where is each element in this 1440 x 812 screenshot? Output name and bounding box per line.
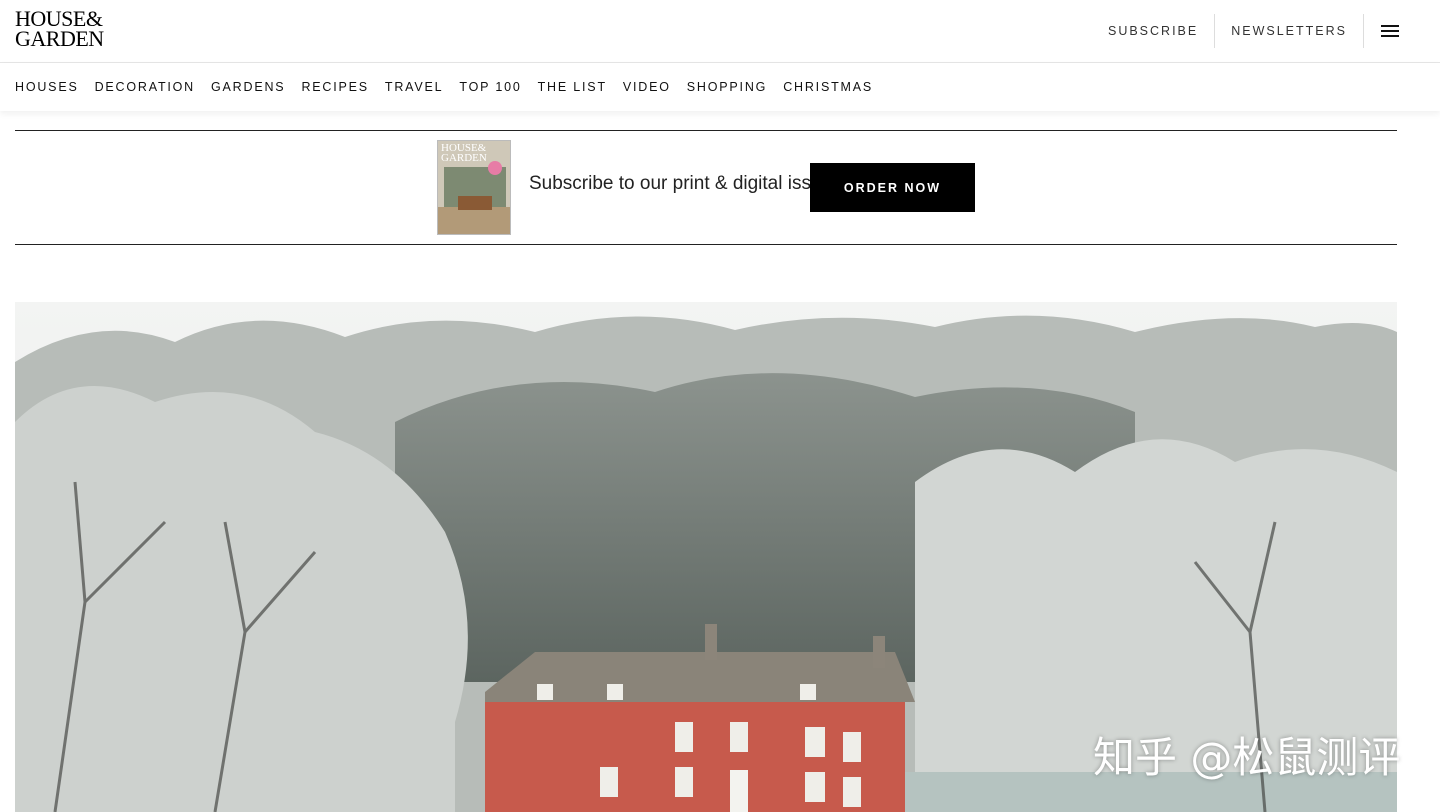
nav-item-top-100[interactable]: TOP 100 <box>459 80 521 94</box>
magazine-cover-image[interactable]: HOUSE& GARDEN <box>437 140 511 235</box>
cover-title: HOUSE& GARDEN <box>441 143 487 164</box>
order-now-button[interactable]: ORDER NOW <box>810 163 975 212</box>
main-navigation: HOUSES DECORATION GARDENS RECIPES TRAVEL… <box>0 63 1440 111</box>
top-header: HOUSE& GARDEN SUBSCRIBE NEWSLETTERS <box>0 0 1440 63</box>
nav-item-recipes[interactable]: RECIPES <box>301 80 368 94</box>
newsletters-link[interactable]: NEWSLETTERS <box>1215 14 1363 48</box>
nav-item-the-list[interactable]: THE LIST <box>538 80 607 94</box>
cover-floor-art <box>438 207 510 234</box>
nav-item-shopping[interactable]: SHOPPING <box>687 80 767 94</box>
cover-title-line-2: GARDEN <box>441 152 487 164</box>
cover-table-art <box>458 196 492 210</box>
menu-button[interactable] <box>1364 14 1416 48</box>
nav-item-houses[interactable]: HOUSES <box>15 80 79 94</box>
house-and-garden-logo[interactable]: HOUSE& GARDEN <box>15 8 139 51</box>
header-actions: SUBSCRIBE NEWSLETTERS <box>1092 0 1440 62</box>
nav-item-gardens[interactable]: GARDENS <box>211 80 285 94</box>
subscribe-link[interactable]: SUBSCRIBE <box>1092 14 1214 48</box>
logo-line-2: GARDEN <box>15 26 104 51</box>
nav-item-christmas[interactable]: CHRISTMAS <box>783 80 873 94</box>
cover-badge <box>488 161 502 175</box>
promo-text: Subscribe to our print & digital issue <box>529 173 833 194</box>
subscription-promo: HOUSE& GARDEN Subscribe to our print & d… <box>15 130 1397 245</box>
hamburger-menu-icon <box>1381 25 1399 37</box>
nav-item-travel[interactable]: TRAVEL <box>385 80 444 94</box>
nav-item-video[interactable]: VIDEO <box>623 80 671 94</box>
watermark-text: 知乎 @松鼠测评 <box>1093 733 1401 782</box>
nav-item-decoration[interactable]: DECORATION <box>95 80 195 94</box>
